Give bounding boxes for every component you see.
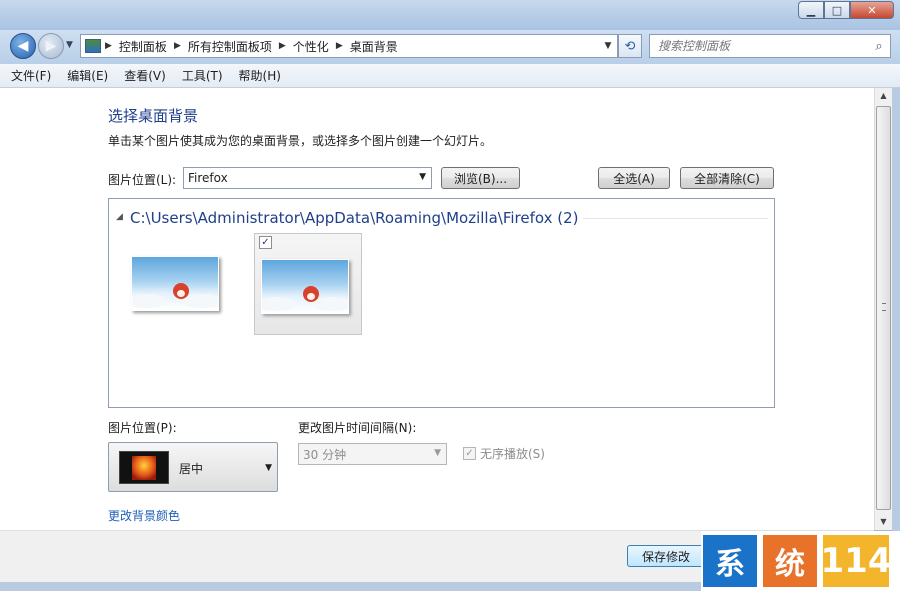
minimize-button[interactable]: ▁ xyxy=(798,1,824,19)
character-face xyxy=(177,290,185,297)
shuffle-option[interactable]: ✓ 无序播放(S) xyxy=(463,445,545,462)
scrollbar-grip xyxy=(882,303,886,311)
page-subtitle: 单击某个图片使其成为您的桌面背景，或选择多个图片创建一个幻灯片。 xyxy=(108,134,493,148)
vertical-scrollbar[interactable]: ▲ ▼ xyxy=(874,88,892,530)
breadcrumb-separator[interactable]: ▶ xyxy=(279,41,286,51)
breadcrumb-separator[interactable]: ▶ xyxy=(105,41,112,51)
interval-label: 更改图片时间间隔(N): xyxy=(298,421,417,435)
watermark-logo: 系 统 114 xyxy=(701,531,900,591)
recent-pages-dropdown[interactable]: ▼ xyxy=(66,40,73,50)
cloud-shape xyxy=(312,297,348,311)
menu-view[interactable]: 查看(V) xyxy=(124,67,166,84)
breadcrumb-desktop-background[interactable]: 桌面背景 xyxy=(350,38,398,55)
scrollbar-thumb[interactable] xyxy=(876,106,891,510)
menu-tools[interactable]: 工具(T) xyxy=(182,67,223,84)
image-gallery: ◢ C:\Users\Administrator\AppData\Roaming… xyxy=(108,198,775,408)
clear-all-button[interactable]: 全部清除(C) xyxy=(680,167,774,189)
character-face xyxy=(307,293,315,300)
shuffle-label: 无序播放(S) xyxy=(480,447,545,461)
cloud-shape xyxy=(132,294,166,308)
browse-button[interactable]: 浏览(B)... xyxy=(441,167,520,189)
menu-edit[interactable]: 编辑(E) xyxy=(67,67,108,84)
refresh-button[interactable]: ⟲ xyxy=(618,34,642,58)
selected-thumbnail-frame[interactable]: ✓ xyxy=(254,233,362,335)
main-content: 选择桌面背景 单击某个图片使其成为您的桌面背景，或选择多个图片创建一个幻灯片。 … xyxy=(0,88,874,530)
close-button[interactable]: ✕ xyxy=(850,1,894,19)
menu-bar: 文件(F) 编辑(E) 查看(V) 工具(T) 帮助(H) xyxy=(0,64,900,88)
picture-location-value: Firefox xyxy=(188,171,228,185)
group-divider xyxy=(583,218,768,219)
back-button[interactable]: ◀ xyxy=(10,33,36,59)
picture-location-select[interactable]: Firefox ▼ xyxy=(183,167,432,189)
forward-button[interactable]: ▶ xyxy=(38,33,64,59)
cloud-shape xyxy=(262,297,296,311)
page-title: 选择桌面背景 xyxy=(108,107,199,125)
menu-file[interactable]: 文件(F) xyxy=(11,67,51,84)
interval-select[interactable]: 30 分钟 ▼ xyxy=(298,443,447,465)
forward-arrow-icon: ▶ xyxy=(45,38,57,54)
refresh-icon: ⟲ xyxy=(624,38,636,54)
breadcrumb-separator[interactable]: ▶ xyxy=(174,41,181,51)
thumbnail-checkbox[interactable]: ✓ xyxy=(259,236,272,249)
picture-position-value: 居中 xyxy=(179,462,204,476)
position-preview xyxy=(119,451,169,484)
watermark-number: 114 xyxy=(821,535,892,587)
wallpaper-thumbnail[interactable] xyxy=(261,259,349,314)
scroll-up-icon[interactable]: ▲ xyxy=(875,88,892,104)
interval-value: 30 分钟 xyxy=(303,447,347,462)
search-icon[interactable]: ⌕ xyxy=(868,39,890,54)
watermark-char-1: 系 xyxy=(703,535,757,587)
chevron-down-icon: ▼ xyxy=(265,463,272,473)
scroll-down-icon[interactable]: ▼ xyxy=(875,514,892,530)
cloud-shape xyxy=(182,294,218,308)
picture-position-label: 图片位置(P): xyxy=(108,421,177,435)
menu-help[interactable]: 帮助(H) xyxy=(239,67,281,84)
change-background-color-link[interactable]: 更改背景颜色 xyxy=(108,507,180,524)
breadcrumb-control-panel[interactable]: 控制面板 xyxy=(119,38,167,55)
control-panel-icon xyxy=(85,39,101,53)
window-frame-right xyxy=(892,88,900,591)
address-bar[interactable]: ▶ 控制面板 ▶ 所有控制面板项 ▶ 个性化 ▶ 桌面背景 ▼ xyxy=(80,34,618,58)
breadcrumb-all-items[interactable]: 所有控制面板项 xyxy=(188,38,272,55)
window-controls: ▁ □ ✕ xyxy=(798,1,894,19)
navigation-bar: ◀ ▶ ▼ ▶ 控制面板 ▶ 所有控制面板项 ▶ 个性化 ▶ 桌面背景 ▼ ⟲ … xyxy=(0,30,900,64)
shuffle-checkbox[interactable]: ✓ xyxy=(463,447,476,460)
breadcrumb-separator[interactable]: ▶ xyxy=(336,41,343,51)
search-box[interactable]: ⌕ xyxy=(649,34,891,58)
breadcrumb: 控制面板 ▶ 所有控制面板项 ▶ 个性化 ▶ 桌面背景 xyxy=(119,38,599,55)
preview-image xyxy=(132,456,156,480)
watermark-char-2: 统 xyxy=(763,535,817,587)
picture-position-select[interactable]: 居中 ▼ xyxy=(108,442,278,492)
chevron-down-icon: ▼ xyxy=(434,448,441,458)
wallpaper-thumbnail[interactable] xyxy=(131,256,219,311)
picture-location-label: 图片位置(L): xyxy=(108,173,177,187)
save-changes-button[interactable]: 保存修改 xyxy=(627,545,705,567)
search-input[interactable] xyxy=(650,39,868,53)
address-dropdown-icon[interactable]: ▼ xyxy=(599,41,617,51)
breadcrumb-personalization[interactable]: 个性化 xyxy=(293,38,329,55)
back-arrow-icon: ◀ xyxy=(17,38,29,54)
maximize-button[interactable]: □ xyxy=(824,1,850,19)
collapse-group-icon[interactable]: ◢ xyxy=(116,212,123,222)
select-all-button[interactable]: 全选(A) xyxy=(598,167,670,189)
chevron-down-icon: ▼ xyxy=(419,172,426,182)
group-title[interactable]: C:\Users\Administrator\AppData\Roaming\M… xyxy=(130,209,579,227)
title-bar: ▁ □ ✕ xyxy=(0,0,900,30)
